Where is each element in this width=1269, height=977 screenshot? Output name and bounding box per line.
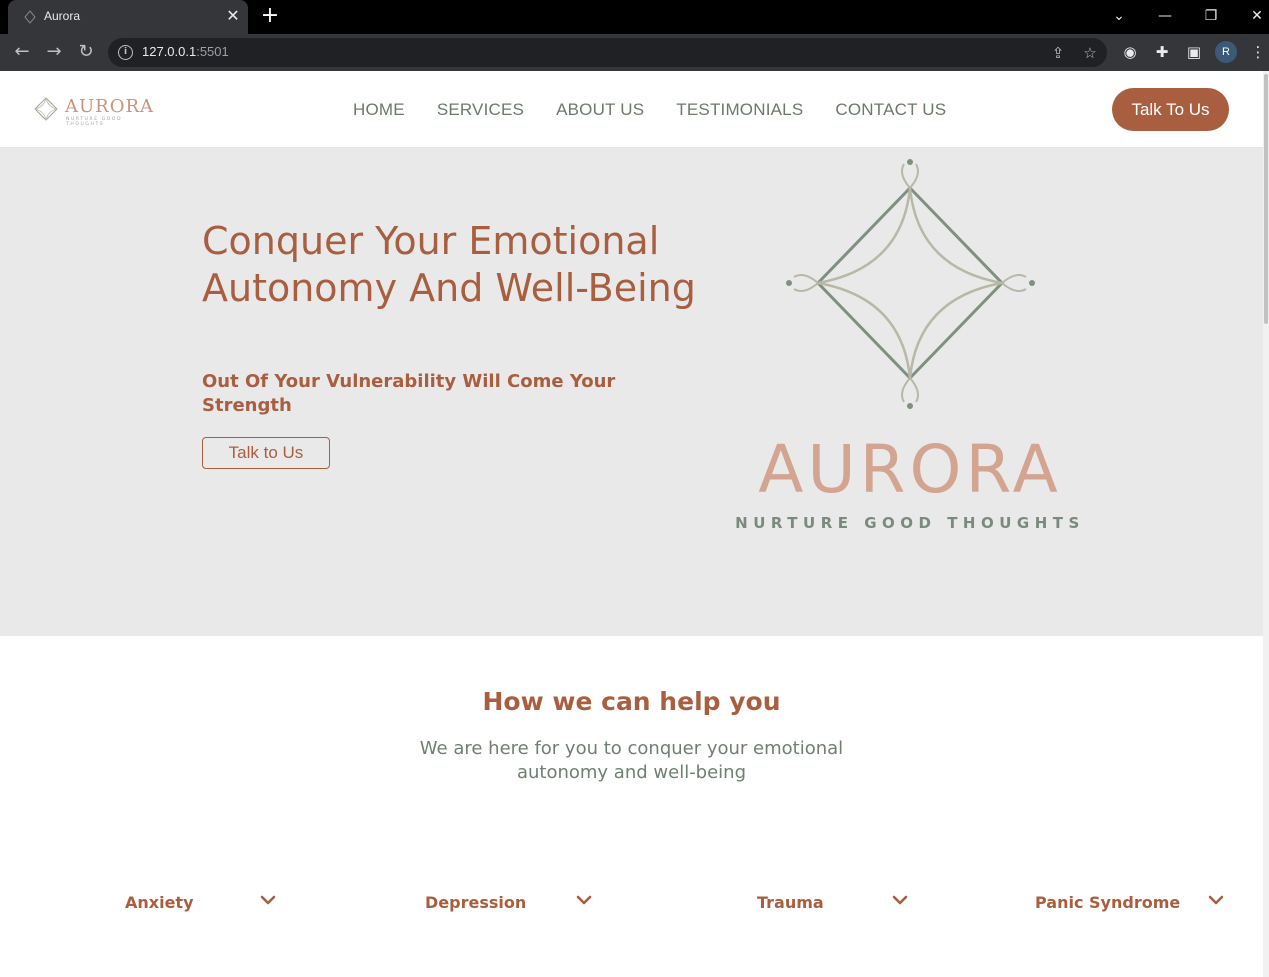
hero-section: Conquer Your Emotional Autonomy And Well… bbox=[0, 148, 1263, 636]
nav-services[interactable]: SERVICES bbox=[437, 100, 524, 120]
reload-icon[interactable]: ↻ bbox=[74, 40, 98, 64]
scrollbar-thumb[interactable] bbox=[1264, 74, 1268, 324]
site-header: AURORA NURTURE GOOD THOUGHTS HOME SERVIC… bbox=[0, 71, 1263, 148]
chevron-down-icon[interactable] bbox=[259, 891, 277, 909]
web-page: AURORA NURTURE GOOD THOUGHTS HOME SERVIC… bbox=[0, 71, 1263, 977]
new-tab-icon[interactable]: + bbox=[258, 4, 282, 28]
nav-home[interactable]: HOME bbox=[353, 100, 405, 120]
tab-title: Aurora bbox=[44, 9, 81, 23]
accordion-anxiety[interactable]: Anxiety bbox=[125, 889, 280, 917]
browser-tab[interactable]: Aurora ✕ bbox=[8, 0, 248, 34]
nav-contact-us[interactable]: CONTACT US bbox=[835, 100, 946, 120]
help-section: How we can help you We are here for you … bbox=[0, 636, 1263, 977]
share-icon[interactable]: ⇪ bbox=[1048, 43, 1068, 63]
accordion-panic-syndrome[interactable]: Panic Syndrome bbox=[1035, 889, 1230, 917]
browser-tab-strip: Aurora ✕ + ⌄ — ❐ ✕ bbox=[0, 0, 1269, 34]
accordion-label: Panic Syndrome bbox=[1035, 893, 1181, 912]
logo-tagline: NURTURE GOOD THOUGHTS bbox=[66, 117, 123, 127]
site-logo[interactable]: AURORA NURTURE GOOD THOUGHTS bbox=[32, 95, 162, 127]
accordion-label: Depression bbox=[425, 893, 527, 912]
main-nav: HOME SERVICES ABOUT US TESTIMONIALS CONT… bbox=[353, 100, 946, 120]
hero-brand-tagline: NURTURE GOOD THOUGHTS bbox=[735, 514, 1085, 532]
tab-search-icon[interactable]: ⌄ bbox=[1107, 6, 1131, 26]
minimize-icon[interactable]: — bbox=[1153, 6, 1177, 26]
nav-testimonials[interactable]: TESTIMONIALS bbox=[676, 100, 803, 120]
aurora-large-emblem-icon bbox=[786, 159, 1035, 409]
hero-brand-wordmark: AURORA bbox=[758, 431, 1062, 508]
puzzle-extensions-icon[interactable]: ✚ bbox=[1151, 41, 1173, 63]
url-text[interactable]: 127.0.0.1:5501 bbox=[142, 44, 229, 59]
side-panel-icon[interactable]: ▣ bbox=[1183, 41, 1205, 63]
forward-icon[interactable]: → bbox=[42, 40, 66, 64]
address-bar[interactable]: i 127.0.0.1:5501 ⇪ ☆ bbox=[108, 38, 1107, 67]
extension-icon[interactable]: ◉ bbox=[1119, 41, 1141, 63]
bookmark-star-icon[interactable]: ☆ bbox=[1080, 43, 1100, 63]
help-title: How we can help you bbox=[482, 687, 781, 716]
profile-avatar[interactable]: R bbox=[1215, 41, 1237, 63]
help-subtitle: We are here for you to conquer your emot… bbox=[419, 738, 844, 783]
chevron-down-icon[interactable] bbox=[575, 891, 593, 909]
restore-icon[interactable]: ❐ bbox=[1199, 6, 1223, 26]
url-host: 127.0.0.1 bbox=[142, 44, 197, 59]
chevron-down-icon[interactable] bbox=[891, 891, 909, 909]
accordion-trauma[interactable]: Trauma bbox=[757, 889, 912, 917]
site-info-icon[interactable]: i bbox=[118, 45, 133, 60]
menu-kebab-icon[interactable]: ⋮ bbox=[1247, 41, 1269, 63]
accordion-depression[interactable]: Depression bbox=[425, 889, 595, 917]
back-icon[interactable]: ← bbox=[10, 40, 34, 64]
logo-wordmark: AURORA bbox=[65, 96, 155, 117]
talk-to-us-hero-button[interactable]: Talk to Us bbox=[202, 437, 330, 469]
close-tab-icon[interactable]: ✕ bbox=[224, 7, 242, 25]
aurora-emblem-icon bbox=[34, 97, 58, 121]
nav-about-us[interactable]: ABOUT US bbox=[556, 100, 644, 120]
url-port: :5501 bbox=[196, 44, 229, 59]
accordion-label: Anxiety bbox=[125, 893, 194, 912]
accordion-label: Trauma bbox=[757, 893, 824, 912]
close-window-icon[interactable]: ✕ bbox=[1245, 6, 1269, 26]
browser-toolbar: ← → ↻ i 127.0.0.1:5501 ⇪ ☆ ◉ ✚ ▣ R ⋮ bbox=[0, 34, 1269, 71]
hero-subtitle: Out Of Your Vulnerability Will Come Your… bbox=[202, 371, 616, 416]
aurora-favicon-icon bbox=[24, 10, 36, 24]
talk-to-us-header-button[interactable]: Talk To Us bbox=[1112, 88, 1229, 131]
hero-title: Conquer Your Emotional Autonomy And Well… bbox=[202, 219, 696, 310]
chevron-down-icon[interactable] bbox=[1207, 891, 1225, 909]
